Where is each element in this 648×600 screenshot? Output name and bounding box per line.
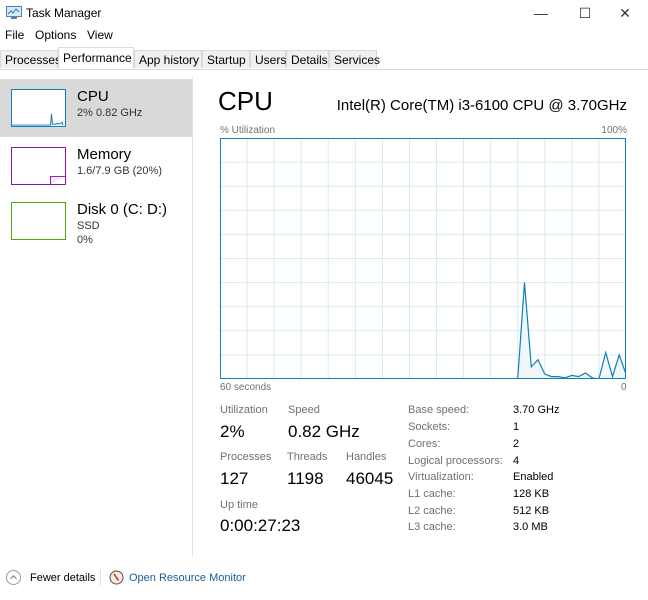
speed-value: 0.82 GHz xyxy=(288,422,360,441)
spec-key: Logical processors: xyxy=(408,455,503,467)
tab-users[interactable]: Users xyxy=(250,50,286,68)
page-title: CPU xyxy=(218,86,273,116)
tab-app-history[interactable]: App history xyxy=(134,50,202,68)
sidebar-cpu-usage: 2% 0.82 GHz xyxy=(77,107,143,119)
tab-services[interactable]: Services xyxy=(329,50,380,68)
uptime-value: 0:00:27:23 xyxy=(220,516,301,535)
tab-startup[interactable]: Startup xyxy=(202,50,250,68)
spec-value: 1 xyxy=(513,421,520,433)
spec-key: Base speed: xyxy=(408,404,470,416)
task-manager-icon xyxy=(6,6,22,19)
sidebar-memory-title: Memory xyxy=(77,146,132,163)
spec-key: Virtualization: xyxy=(408,471,474,483)
graph-x-label: 60 seconds xyxy=(220,382,272,393)
graph-y-max-label: 100% xyxy=(601,125,627,136)
footer: Fewer details Open Resource Monitor xyxy=(0,566,648,590)
sidebar-disk-type: SSD xyxy=(77,220,100,232)
spec-key: Cores: xyxy=(408,438,441,450)
minimize-icon: — xyxy=(534,5,548,21)
chevron-up-icon xyxy=(6,570,21,585)
threads-value: 1198 xyxy=(287,469,324,488)
graph-y-label: % Utilization xyxy=(220,125,276,136)
sidebar-disk-usage: 0% xyxy=(77,234,93,246)
spec-value: 128 KB xyxy=(513,488,550,500)
spec-value: Enabled xyxy=(513,471,554,483)
spec-key: Sockets: xyxy=(408,421,451,433)
processes-value: 127 xyxy=(220,469,249,488)
maximize-icon: ☐ xyxy=(578,4,592,21)
cpu-model: Intel(R) Core(TM) i3-6100 CPU @ 3.70GHz xyxy=(336,97,627,114)
cpu-mini-graph xyxy=(11,89,66,127)
handles-value: 46045 xyxy=(346,469,394,488)
minimize-button[interactable]: — xyxy=(518,0,564,26)
graph-grid xyxy=(220,138,626,379)
title-bar: Task Manager — ☐ ✕ xyxy=(0,0,648,26)
menu-options[interactable]: Options xyxy=(35,28,76,42)
utilization-label: Utilization xyxy=(220,404,268,416)
utilization-value: 2% xyxy=(220,422,245,441)
handles-label: Handles xyxy=(346,451,387,463)
menu-file[interactable]: File xyxy=(5,28,24,42)
disk-mini-graph xyxy=(11,202,66,240)
spec-key: L3 cache: xyxy=(408,521,456,533)
resource-sidebar: CPU 2% 0.82 GHz Memory 1.6/7.9 GB (20%) … xyxy=(0,77,193,557)
tab-processes[interactable]: Processes xyxy=(0,50,61,68)
processes-label: Processes xyxy=(220,451,272,463)
spec-value: 4 xyxy=(513,455,520,467)
window-title: Task Manager xyxy=(26,6,102,20)
menu-view[interactable]: View xyxy=(87,28,113,42)
footer-divider xyxy=(100,570,101,586)
spec-value: 3.0 MB xyxy=(513,521,548,533)
close-button[interactable]: ✕ xyxy=(602,0,648,26)
memory-mini-graph xyxy=(11,147,66,185)
cpu-utilization-graph xyxy=(220,138,626,379)
fewer-details-label: Fewer details xyxy=(30,572,96,584)
sidebar-item-memory[interactable]: Memory 1.6/7.9 GB (20%) xyxy=(0,137,192,195)
spec-value: 2 xyxy=(513,438,520,450)
open-resource-monitor-label: Open Resource Monitor xyxy=(129,572,246,584)
sidebar-item-cpu[interactable]: CPU 2% 0.82 GHz xyxy=(0,79,192,137)
resource-monitor-icon xyxy=(109,570,124,585)
tab-performance[interactable]: Performance xyxy=(58,47,134,69)
spec-key: L1 cache: xyxy=(408,488,456,500)
spec-value: 3.70 GHz xyxy=(513,404,560,416)
speed-label: Speed xyxy=(288,404,320,416)
spec-key: L2 cache: xyxy=(408,505,456,517)
graph-x-end-label: 0 xyxy=(621,382,627,393)
spec-value: 512 KB xyxy=(513,505,550,517)
sidebar-item-disk[interactable]: Disk 0 (C: D:) SSD 0% xyxy=(0,192,192,250)
threads-label: Threads xyxy=(287,451,328,463)
tab-details[interactable]: Details xyxy=(286,50,329,68)
close-icon: ✕ xyxy=(619,4,631,21)
tab-bar: Processes Performance App history Startu… xyxy=(0,47,648,70)
sidebar-cpu-title: CPU xyxy=(77,88,109,105)
sidebar-disk-title: Disk 0 (C: D:) xyxy=(77,201,167,218)
sidebar-memory-usage: 1.6/7.9 GB (20%) xyxy=(77,165,162,177)
uptime-label: Up time xyxy=(220,499,258,511)
